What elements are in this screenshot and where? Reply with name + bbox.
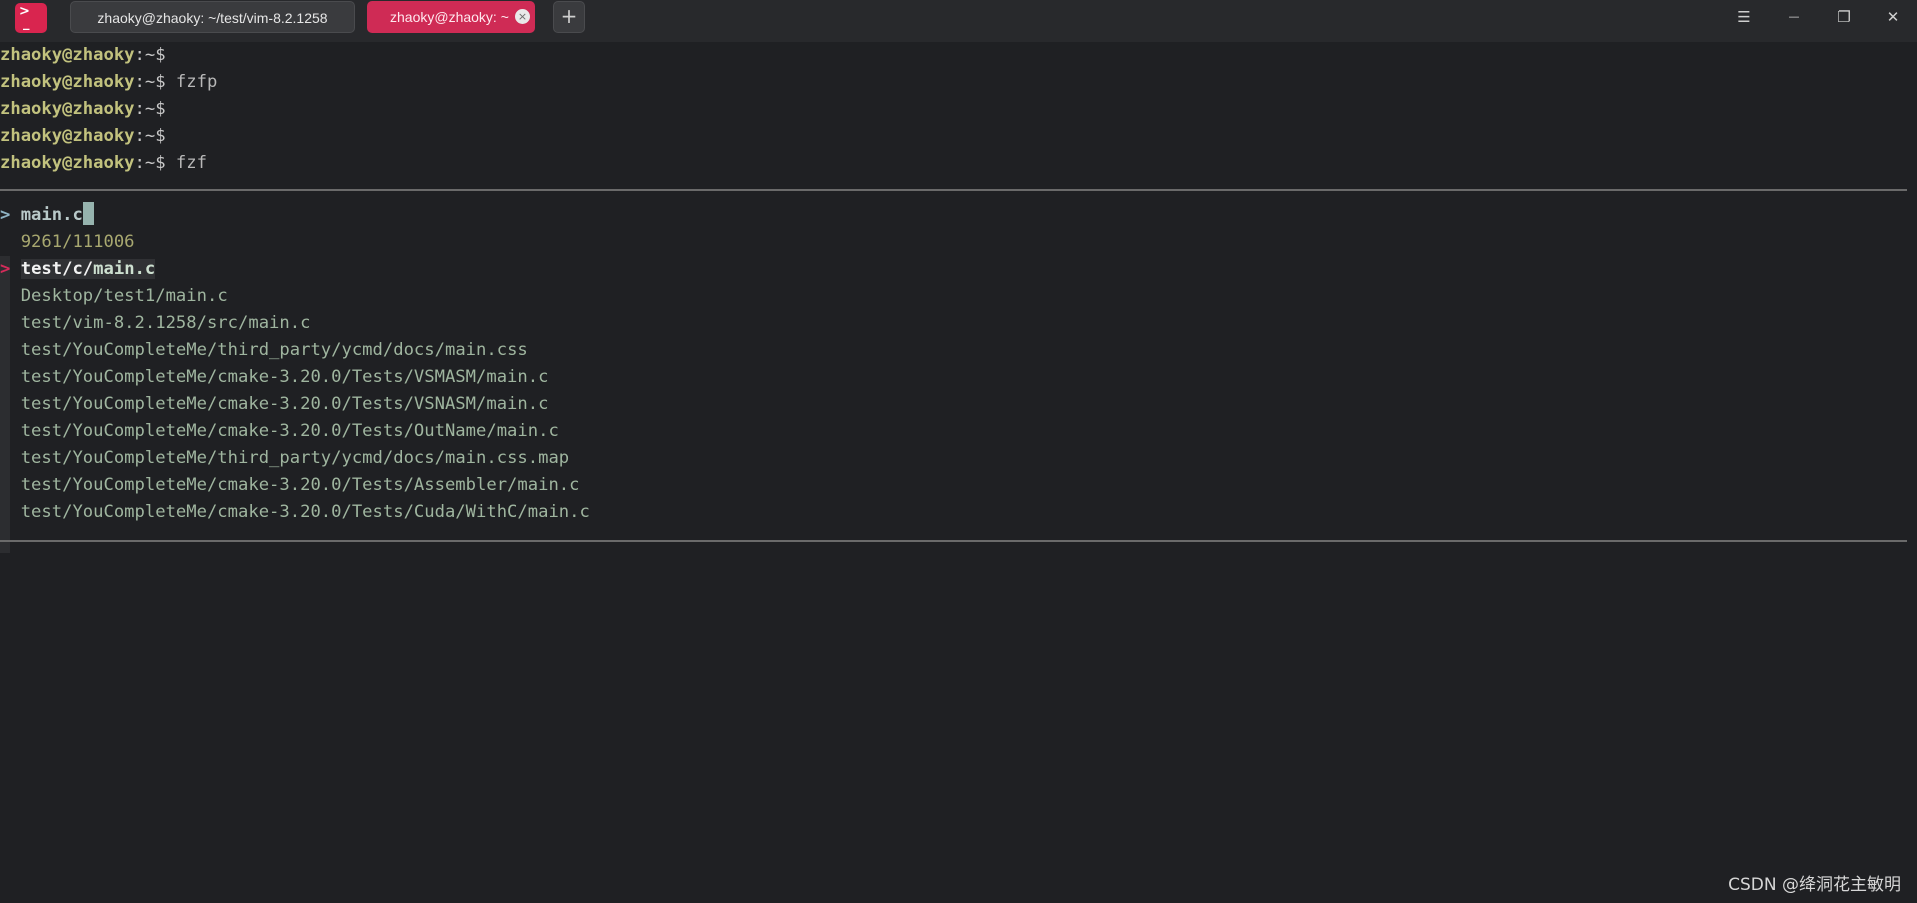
fzf-match-count: 9261/111006 [20,232,135,252]
item-match: main.c [444,340,508,360]
terminal-area[interactable]: zhaoky@zhaoky:~$ zhaoky@zhaoky:~$ fzfp z… [0,42,1917,903]
history-line: zhaoky@zhaoky:~$ fzf [0,150,207,177]
minimize-icon[interactable]: — [1779,4,1809,30]
item-match: main.c [93,259,156,279]
fzf-result-item[interactable]: test/YouCompleteMe/cmake-3.20.0/Tests/VS… [0,364,549,391]
prompt-path: :~$ [134,153,166,173]
item-match: main.c [165,286,228,306]
item-suffix: ss.map [507,448,570,468]
terminal-app-icon[interactable]: > _ [15,3,47,33]
watermark: CSDN @绛洞花主敏明 [1728,875,1901,895]
prompt-path: :~$ [134,72,166,92]
fzf-prompt: > [0,205,21,225]
close-tab-icon[interactable]: × [515,9,530,24]
item-path-prefix: test/YouCompleteMe/cmake-3.20.0/Tests/VS… [20,367,487,387]
prompt-user: zhaoky@zhaoky [0,45,135,65]
item-path-prefix: test/YouCompleteMe/cmake-3.20.0/Tests/VS… [20,394,487,414]
prompt-path: :~$ [134,126,166,146]
fzf-pointer-icon: > [0,259,11,279]
fzf-selected-item[interactable]: > test/c/main.c [0,256,156,283]
item-match: main.c [527,502,590,522]
item-match: main.c [486,367,549,387]
history-line: zhaoky@zhaoky:~$ [0,42,166,69]
item-path-prefix: test/YouCompleteMe/third_party/ycmd/docs… [20,448,445,468]
history-line: zhaoky@zhaoky:~$ fzfp [0,69,217,96]
close-window-icon[interactable]: ✕ [1878,4,1908,30]
item-match: main.c [517,475,580,495]
fzf-result-item[interactable]: test/YouCompleteMe/cmake-3.20.0/Tests/Cu… [0,499,590,526]
fzf-result-item[interactable]: test/YouCompleteMe/cmake-3.20.0/Tests/As… [0,472,580,499]
prompt-user: zhaoky@zhaoky [0,153,135,173]
item-path-prefix: test/YouCompleteMe/cmake-3.20.0/Tests/Ou… [20,421,497,441]
fzf-result-item[interactable]: test/YouCompleteMe/third_party/ycmd/docs… [0,337,528,364]
maximize-icon[interactable]: ❐ [1829,4,1859,30]
command-text: fzfp [165,72,218,92]
prompt-user: zhaoky@zhaoky [0,99,135,119]
prompt-user: zhaoky@zhaoky [0,72,135,92]
item-path-prefix: test/YouCompleteMe/cmake-3.20.0/Tests/As… [20,475,518,495]
prompt-path: :~$ [134,99,166,119]
fzf-info-line: 9261/111006 [0,229,135,256]
title-bar: > _ zhaoky@zhaoky: ~/test/vim-8.2.1258 z… [0,0,1917,42]
menu-icon[interactable]: ☰ [1729,4,1759,30]
tab-home-active[interactable]: zhaoky@zhaoky: ~ × [367,1,535,33]
fzf-result-item[interactable]: test/YouCompleteMe/cmake-3.20.0/Tests/VS… [0,391,549,418]
item-match: main.c [444,448,508,468]
selected-item-text: test/c/main.c [20,259,156,279]
tab-label: zhaoky@zhaoky: ~ [390,9,509,25]
item-match: main.c [486,394,549,414]
fzf-top-border [0,189,1907,191]
prompt-path: :~$ [134,45,166,65]
command-text: fzf [165,153,207,173]
fzf-result-item[interactable]: test/YouCompleteMe/cmake-3.20.0/Tests/Ou… [0,418,559,445]
history-line: zhaoky@zhaoky:~$ [0,123,166,150]
prompt-user: zhaoky@zhaoky [0,126,135,146]
fzf-result-item[interactable]: test/vim-8.2.1258/src/main.c [0,310,311,337]
new-tab-button[interactable]: + [553,1,585,33]
fzf-result-item[interactable]: Desktop/test1/main.c [0,283,228,310]
fzf-query-input[interactable]: main.c [21,205,83,225]
item-suffix: ss [507,340,528,360]
item-path-prefix: test/YouCompleteMe/cmake-3.20.0/Tests/Cu… [20,502,528,522]
fzf-bottom-border [0,540,1907,542]
item-path-prefix: Desktop/test1/ [20,286,166,306]
item-path-prefix: test/vim-8.2.1258/src/ [20,313,249,333]
item-path-prefix: test/c/ [20,259,94,279]
item-path-prefix: test/YouCompleteMe/third_party/ycmd/docs… [20,340,445,360]
tab-vim-dir[interactable]: zhaoky@zhaoky: ~/test/vim-8.2.1258 [70,1,355,33]
text-cursor [82,202,94,225]
app-icon-underscore-glyph: _ [23,16,30,31]
item-match: main.c [248,313,311,333]
item-match: main.c [496,421,559,441]
history-line: zhaoky@zhaoky:~$ [0,96,166,123]
tab-label: zhaoky@zhaoky: ~/test/vim-8.2.1258 [97,10,328,26]
fzf-result-item[interactable]: test/YouCompleteMe/third_party/ycmd/docs… [0,445,569,472]
fzf-query-line[interactable]: > main.c [0,202,94,229]
